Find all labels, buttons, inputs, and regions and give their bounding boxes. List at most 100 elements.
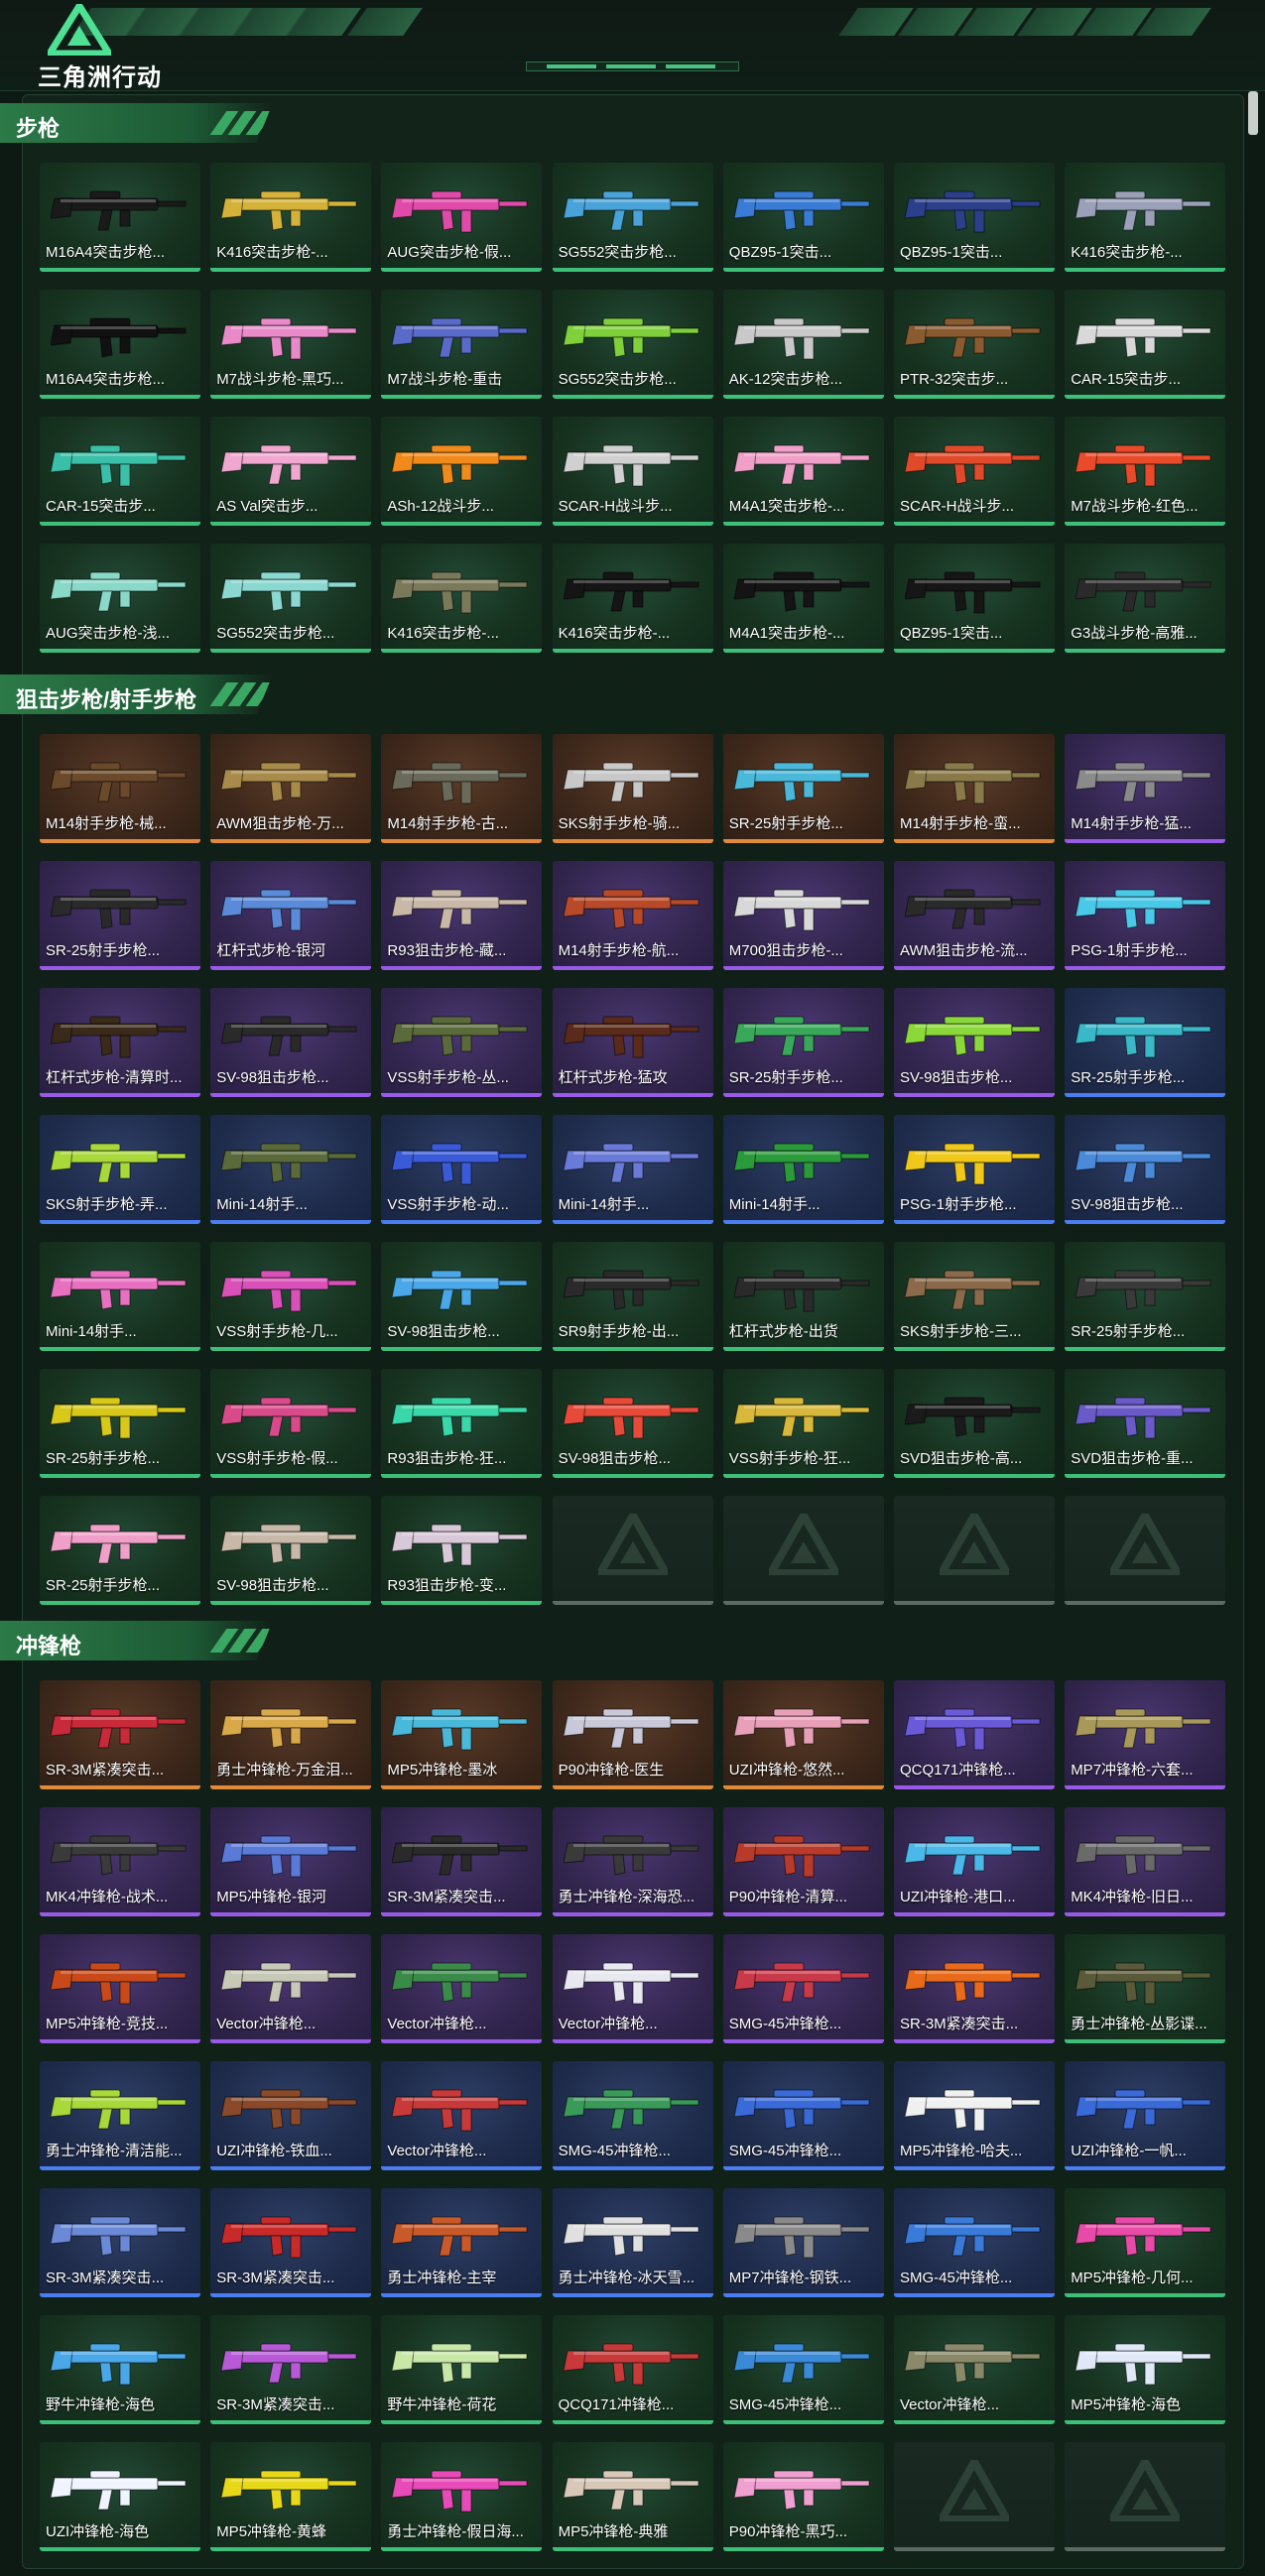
weapon-skin-card[interactable]: 杠杆式步枪-清算时... [40,988,200,1097]
weapon-skin-card[interactable]: MP7冲锋枪-六套... [1065,1680,1226,1789]
weapon-skin-card[interactable]: 杠杆式步枪-银河 [210,861,372,970]
weapon-skin-card[interactable]: MK4冲锋枪-旧日... [1065,1807,1226,1916]
weapon-skin-card[interactable]: SG552突击步枪... [552,290,713,399]
weapon-skin-card[interactable]: PSG-1射手步枪... [1065,861,1226,970]
weapon-skin-card[interactable]: M4A1突击步枪-... [722,417,884,526]
weapon-skin-card[interactable]: VSS射手步枪-假... [210,1369,372,1478]
weapon-skin-card[interactable]: SR-25射手步枪... [40,861,200,970]
weapon-skin-card[interactable]: MP5冲锋枪-典雅 [552,2442,713,2551]
weapon-skin-card[interactable]: Vector冲锋枪... [381,2061,543,2170]
weapon-skin-card[interactable]: M14射手步枪-古... [381,734,543,843]
weapon-skin-card[interactable]: K416突击步枪-... [210,163,372,272]
weapon-skin-card[interactable]: VSS射手步枪-几... [210,1242,372,1351]
weapon-skin-card[interactable]: P90冲锋枪-医生 [552,1680,713,1789]
scrollbar-thumb[interactable] [1248,91,1258,135]
weapon-skin-card[interactable]: Mini-14射手... [552,1115,713,1224]
weapon-skin-card[interactable]: P90冲锋枪-清算... [722,1807,884,1916]
weapon-skin-card[interactable]: SMG-45冲锋枪... [552,2061,713,2170]
weapon-skin-card[interactable]: SCAR-H战斗步... [894,417,1055,526]
weapon-skin-card[interactable]: QCQ171冲锋枪... [894,1680,1055,1789]
weapon-skin-card[interactable]: M16A4突击步枪... [40,290,200,399]
weapon-skin-card[interactable]: SR-25射手步枪... [722,988,884,1097]
weapon-skin-card[interactable]: VSS射手步枪-狂... [722,1369,884,1478]
weapon-skin-card[interactable]: UZI冲锋枪-一帆... [1065,2061,1226,2170]
weapon-skin-card[interactable]: UZI冲锋枪-海色 [40,2442,200,2551]
weapon-skin-card[interactable]: 勇士冲锋枪-主宰 [381,2188,543,2297]
weapon-skin-card[interactable]: SR-3M紧凑突击... [381,1807,543,1916]
weapon-skin-card[interactable]: SMG-45冲锋枪... [722,2315,884,2424]
weapon-skin-card[interactable]: SV-98狙击步枪... [210,988,372,1097]
weapon-skin-card[interactable]: AK-12突击步枪... [722,290,884,399]
weapon-skin-card[interactable]: M7战斗步枪-黑巧... [210,290,372,399]
weapon-skin-card[interactable]: QBZ95-1突击... [894,544,1055,653]
weapon-skin-card[interactable]: Mini-14射手... [40,1242,200,1351]
weapon-skin-card[interactable]: K416突击步枪-... [381,544,543,653]
weapon-skin-card[interactable]: R93狙击步枪-藏... [381,861,543,970]
weapon-skin-card[interactable]: K416突击步枪-... [552,544,713,653]
weapon-skin-card[interactable]: SR-25射手步枪... [40,1369,200,1478]
weapon-skin-card[interactable]: 杠杆式步枪-猛攻 [552,988,713,1097]
weapon-skin-card[interactable]: UZI冲锋枪-港口... [894,1807,1055,1916]
weapon-skin-card[interactable]: SR-3M紧凑突击... [210,2188,372,2297]
weapon-skin-card[interactable]: 勇士冲锋枪-冰天雪... [552,2188,713,2297]
weapon-skin-card[interactable]: 勇士冲锋枪-丛影谍... [1065,1934,1226,2043]
weapon-skin-card[interactable]: VSS射手步枪-动... [381,1115,543,1224]
weapon-skin-card[interactable]: 勇士冲锋枪-深海恐... [552,1807,713,1916]
weapon-skin-card[interactable]: CAR-15突击步... [1065,290,1226,399]
weapon-skin-card[interactable]: SR-3M紧凑突击... [894,1934,1055,2043]
weapon-skin-card[interactable]: MP5冲锋枪-黄蜂 [210,2442,372,2551]
weapon-skin-card[interactable]: ASh-12战斗步... [381,417,543,526]
weapon-skin-card[interactable]: M14射手步枪-蛮... [894,734,1055,843]
weapon-skin-card[interactable]: SVD狙击步枪-高... [894,1369,1055,1478]
weapon-skin-card[interactable]: AWM狙击步枪-流... [894,861,1055,970]
weapon-skin-card[interactable]: SKS射手步枪-三... [894,1242,1055,1351]
weapon-skin-card[interactable]: SMG-45冲锋枪... [722,1934,884,2043]
weapon-skin-card[interactable]: 勇士冲锋枪-清洁能... [40,2061,200,2170]
weapon-skin-card[interactable]: SKS射手步枪-骑... [552,734,713,843]
weapon-skin-card[interactable]: Vector冲锋枪... [894,2315,1055,2424]
weapon-skin-card[interactable]: Vector冲锋枪... [552,1934,713,2043]
weapon-skin-card[interactable]: 勇士冲锋枪-假日海... [381,2442,543,2551]
weapon-skin-card[interactable]: SMG-45冲锋枪... [722,2061,884,2170]
weapon-skin-card[interactable]: SR-25射手步枪... [40,1496,200,1605]
weapon-skin-card[interactable]: SR-3M紧凑突击... [210,2315,372,2424]
weapon-skin-card[interactable]: M16A4突击步枪... [40,163,200,272]
weapon-skin-card[interactable]: SV-98狙击步枪... [552,1369,713,1478]
weapon-skin-card[interactable]: MP7冲锋枪-钢铁... [722,2188,884,2297]
weapon-skin-card[interactable]: M700狙击步枪-... [722,861,884,970]
weapon-skin-card[interactable]: Vector冲锋枪... [210,1934,372,2043]
weapon-skin-card[interactable]: UZI冲锋枪-铁血... [210,2061,372,2170]
weapon-skin-card[interactable]: MP5冲锋枪-竞技... [40,1934,200,2043]
weapon-skin-card[interactable]: K416突击步枪-... [1065,163,1226,272]
weapon-skin-card[interactable]: SR-25射手步枪... [1065,988,1226,1097]
weapon-skin-card[interactable]: SR9射手步枪-出... [552,1242,713,1351]
weapon-skin-card[interactable]: SMG-45冲锋枪... [894,2188,1055,2297]
weapon-skin-card[interactable]: SV-98狙击步枪... [894,988,1055,1097]
weapon-skin-card[interactable]: AUG突击步枪-浅... [40,544,200,653]
weapon-skin-card[interactable]: M14射手步枪-械... [40,734,200,843]
weapon-skin-card[interactable]: SVD狙击步枪-重... [1065,1369,1226,1478]
weapon-skin-card[interactable]: M4A1突击步枪-... [722,544,884,653]
weapon-skin-card[interactable]: AWM狙击步枪-万... [210,734,372,843]
weapon-skin-card[interactable]: SR-3M紧凑突击... [40,1680,200,1789]
weapon-skin-card[interactable]: UZI冲锋枪-悠然... [722,1680,884,1789]
weapon-skin-card[interactable]: SV-98狙击步枪... [210,1496,372,1605]
weapon-skin-card[interactable]: M14射手步枪-猛... [1065,734,1226,843]
weapon-skin-card[interactable]: MP5冲锋枪-墨冰 [381,1680,543,1789]
weapon-skin-card[interactable]: PSG-1射手步枪... [894,1115,1055,1224]
weapon-skin-card[interactable]: SG552突击步枪... [210,544,372,653]
weapon-skin-card[interactable]: SV-98狙击步枪... [1065,1115,1226,1224]
weapon-skin-card[interactable]: G3战斗步枪-高雅... [1065,544,1226,653]
weapon-skin-card[interactable]: QBZ95-1突击... [894,163,1055,272]
weapon-skin-card[interactable]: 勇士冲锋枪-万金泪... [210,1680,372,1789]
weapon-skin-card[interactable]: PTR-32突击步... [894,290,1055,399]
weapon-skin-card[interactable]: SCAR-H战斗步... [552,417,713,526]
weapon-skin-card[interactable]: M14射手步枪-航... [552,861,713,970]
weapon-skin-card[interactable]: Mini-14射手... [210,1115,372,1224]
weapon-skin-card[interactable]: AUG突击步枪-假... [381,163,543,272]
weapon-skin-card[interactable]: SR-3M紧凑突击... [40,2188,200,2297]
weapon-skin-card[interactable]: QCQ171冲锋枪... [552,2315,713,2424]
weapon-skin-card[interactable]: 野牛冲锋枪-海色 [40,2315,200,2424]
weapon-skin-card[interactable]: CAR-15突击步... [40,417,200,526]
weapon-skin-card[interactable]: M7战斗步枪-红色... [1065,417,1226,526]
